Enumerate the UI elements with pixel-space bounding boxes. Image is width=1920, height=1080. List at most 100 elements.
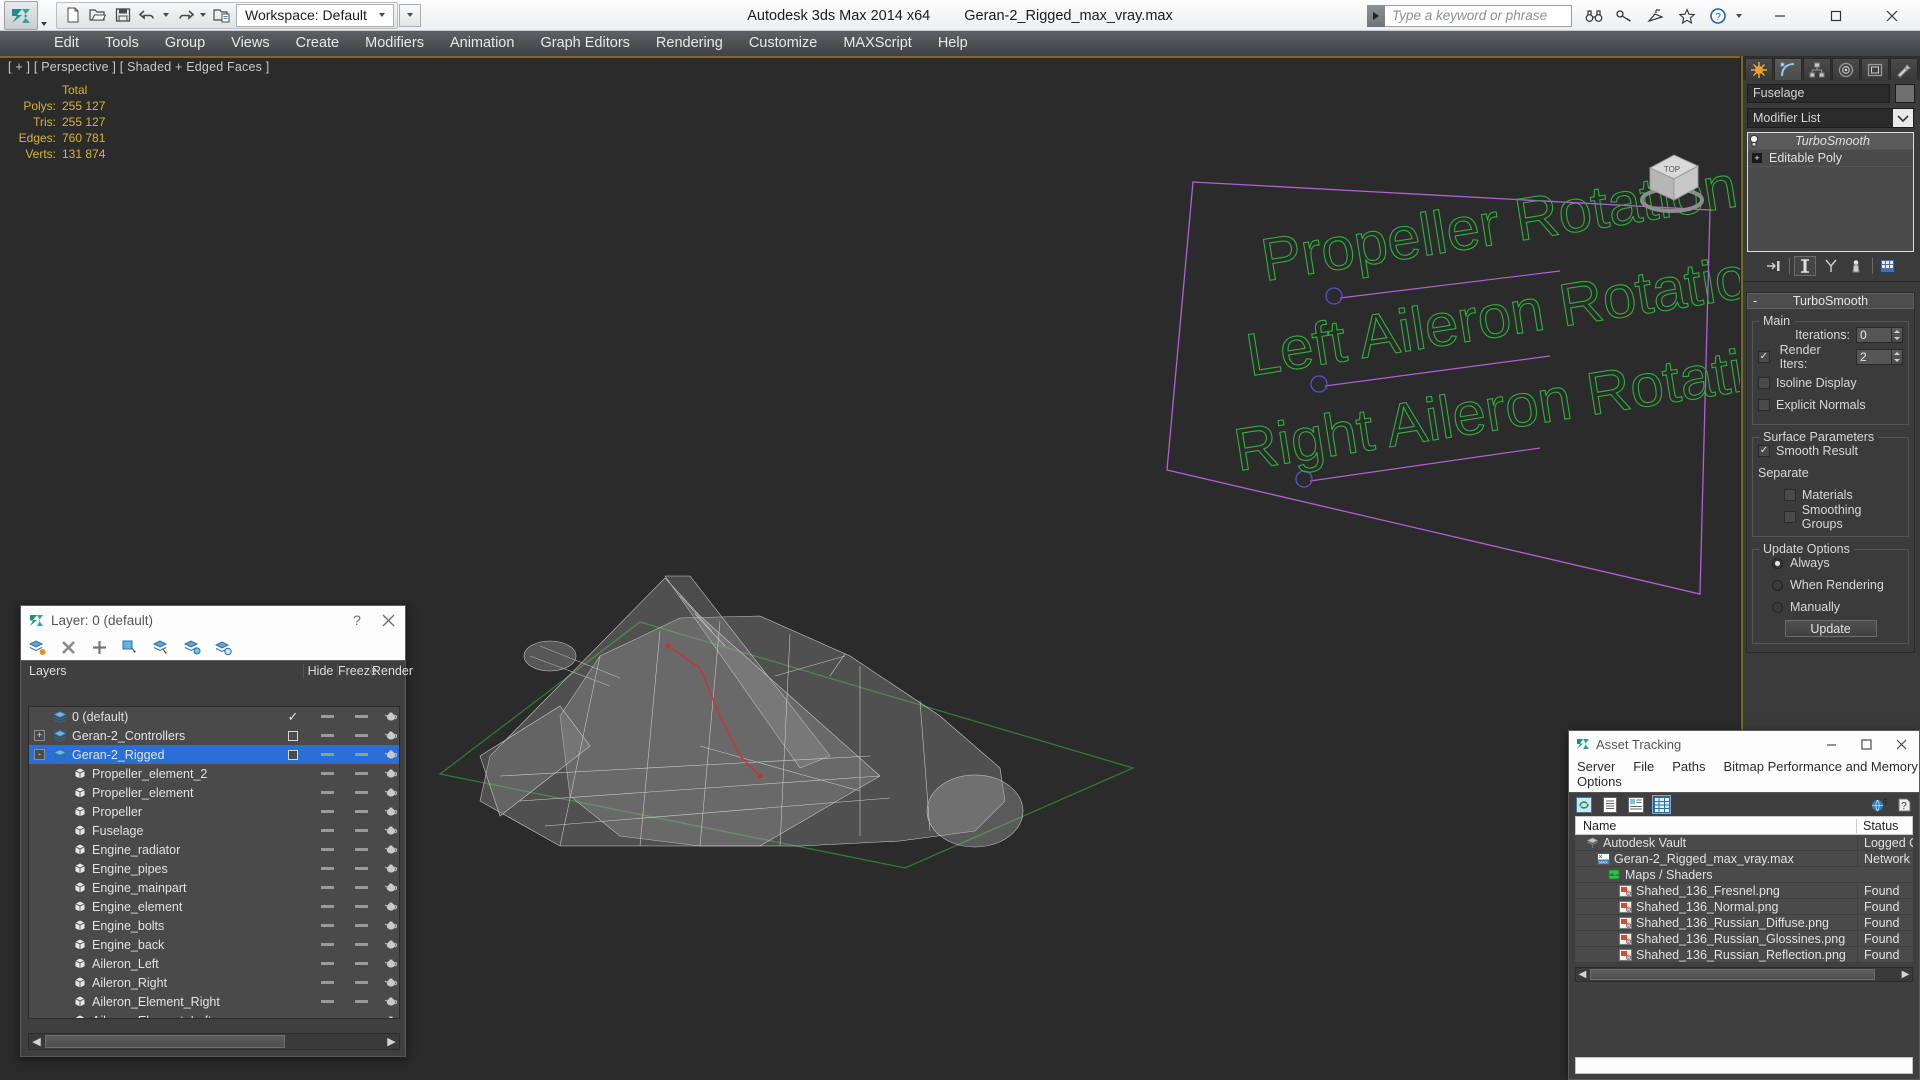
key-icon[interactable]	[1609, 0, 1640, 31]
help-icon[interactable]: ?	[1702, 0, 1733, 31]
radio-always[interactable]: Always	[1758, 554, 1903, 572]
layer-row[interactable]: Engine_mainpart	[29, 878, 399, 897]
freeze-cell[interactable]	[310, 829, 344, 832]
smooth-result-checkbox[interactable]: ✓	[1758, 445, 1770, 457]
hide-cell[interactable]: ✓	[276, 709, 310, 725]
select-objects-icon[interactable]	[122, 639, 139, 656]
isoline-display-checkbox[interactable]	[1758, 377, 1770, 389]
expander-icon[interactable]: -	[34, 749, 45, 760]
asset-row[interactable]: Shahed_136_Russian_Reflection.png Found	[1575, 947, 1913, 963]
render-dash-cell[interactable]	[344, 829, 378, 832]
render-cell[interactable]	[374, 958, 399, 969]
column-hide[interactable]: Hide	[303, 663, 337, 678]
menu-item-tools[interactable]: Tools	[92, 31, 152, 56]
scroll-thumb[interactable]	[1590, 969, 1875, 980]
search-box[interactable]: Type a keyword or phrase	[1367, 4, 1572, 27]
render-cell[interactable]	[374, 711, 399, 722]
render-cell[interactable]	[374, 844, 399, 855]
explicit-normals-checkbox[interactable]	[1758, 399, 1770, 411]
freeze-cell[interactable]	[310, 981, 344, 984]
workspace-dropdown-button[interactable]	[398, 3, 421, 27]
app-menu-caret[interactable]	[38, 1, 50, 30]
render-cell[interactable]	[374, 806, 399, 817]
layer-dialog-titlebar[interactable]: Layer: 0 (default) ?	[21, 606, 405, 634]
help-icon[interactable]: ?	[1896, 796, 1913, 813]
view-cube[interactable]: TOP	[1632, 138, 1712, 218]
minimize-button[interactable]	[1752, 0, 1808, 31]
layer-row[interactable]: Propeller_element	[29, 783, 399, 802]
smoothing-groups-checkbox[interactable]	[1784, 511, 1796, 523]
menu-item-group[interactable]: Group	[152, 31, 218, 56]
asset-tracking-titlebar[interactable]: Asset Tracking	[1569, 731, 1919, 757]
column-status[interactable]: Status	[1856, 818, 1912, 833]
render-cell[interactable]	[374, 939, 399, 950]
satellite-icon[interactable]	[1640, 0, 1671, 31]
iterations-spinner[interactable]: 0	[1856, 327, 1903, 343]
delete-layer-icon[interactable]	[60, 639, 77, 656]
layer-list[interactable]: 0 (default) ✓ + Geran-2_Controllers - Geran-2…	[28, 706, 400, 1019]
render-dash-cell[interactable]	[344, 772, 378, 775]
hide-cell[interactable]	[276, 749, 310, 760]
search-input[interactable]: Type a keyword or phrase	[1385, 4, 1572, 27]
render-dash-cell[interactable]	[344, 753, 378, 756]
freeze-cell[interactable]	[310, 734, 344, 737]
search-run-icon[interactable]	[1367, 4, 1385, 27]
render-cell[interactable]	[374, 882, 399, 893]
save-icon[interactable]	[110, 4, 135, 27]
create-tab[interactable]	[1745, 58, 1773, 80]
new-icon[interactable]	[60, 4, 85, 27]
asset-row[interactable]: Shahed_136_Normal.png Found	[1575, 899, 1913, 915]
binoculars-icon[interactable]	[1578, 0, 1609, 31]
freeze-cell[interactable]	[310, 772, 344, 775]
render-dash-cell[interactable]	[344, 848, 378, 851]
layer-row[interactable]: Aileron_Element_Left	[29, 1011, 399, 1018]
modifier-stack-item-turbosmooth[interactable]: TurboSmooth	[1748, 133, 1913, 150]
menu-item-animation[interactable]: Animation	[437, 31, 527, 56]
help-button[interactable]: ?	[343, 606, 371, 634]
render-dash-cell[interactable]	[344, 810, 378, 813]
scroll-thumb[interactable]	[45, 1035, 285, 1048]
layer-row[interactable]: Fuselage	[29, 821, 399, 840]
configure-sets-icon[interactable]	[1877, 256, 1899, 276]
render-dash-cell[interactable]	[344, 962, 378, 965]
iterations-value[interactable]: 0	[1856, 327, 1892, 343]
render-dash-cell[interactable]	[344, 867, 378, 870]
column-freeze[interactable]: Freeze	[337, 663, 377, 678]
select-highlighted-icon[interactable]	[153, 639, 170, 656]
modify-tab[interactable]	[1774, 58, 1802, 80]
layer-row[interactable]: Engine_radiator	[29, 840, 399, 859]
render-cell[interactable]	[374, 787, 399, 798]
menu-item-create[interactable]: Create	[283, 31, 353, 56]
scroll-right-arrow-icon[interactable]: ▶	[1899, 968, 1912, 981]
help-web-icon[interactable]: ?	[1870, 796, 1887, 813]
menu-item-file[interactable]: File	[1633, 759, 1654, 774]
render-dash-cell[interactable]	[344, 734, 378, 737]
asset-row[interactable]: Maps / Shaders	[1575, 867, 1913, 883]
asset-row[interactable]: Shahed_136_Fresnel.png Found	[1575, 883, 1913, 899]
layer-row[interactable]: - Geran-2_Rigged	[29, 745, 399, 764]
redo-icon[interactable]	[172, 4, 197, 27]
asset-tracking-dialog[interactable]: Asset Tracking Server File Paths Bitmap …	[1568, 730, 1920, 1080]
checkbox-icon[interactable]	[288, 730, 298, 741]
rollout-header[interactable]: - TurboSmooth	[1747, 293, 1914, 309]
column-layers[interactable]: Layers	[21, 664, 281, 678]
highlight-selected-icon[interactable]	[184, 639, 201, 656]
update-button[interactable]: Update	[1784, 620, 1877, 637]
hierarchy-tab[interactable]	[1803, 58, 1831, 80]
render-dash-cell[interactable]	[344, 1000, 378, 1003]
menu-item-views[interactable]: Views	[218, 31, 282, 56]
menu-item-maxscript[interactable]: MAXScript	[830, 31, 925, 56]
menu-item-customize[interactable]: Customize	[736, 31, 831, 56]
asset-row[interactable]: Shahed_136_Russian_Glossines.png Found	[1575, 931, 1913, 947]
freeze-cell[interactable]	[310, 886, 344, 889]
render-iters-checkbox[interactable]: ✓	[1758, 351, 1770, 363]
freeze-cell[interactable]	[310, 791, 344, 794]
render-dash-cell[interactable]	[344, 943, 378, 946]
hide-cell[interactable]	[276, 730, 310, 741]
app-logo-button[interactable]	[4, 0, 38, 30]
render-cell[interactable]	[374, 825, 399, 836]
utilities-tab[interactable]	[1890, 58, 1918, 80]
render-dash-cell[interactable]	[344, 886, 378, 889]
object-name-field[interactable]: Fuselage	[1747, 84, 1890, 103]
menu-item-bitmap-performance[interactable]: Bitmap Performance and Memory	[1724, 759, 1918, 774]
